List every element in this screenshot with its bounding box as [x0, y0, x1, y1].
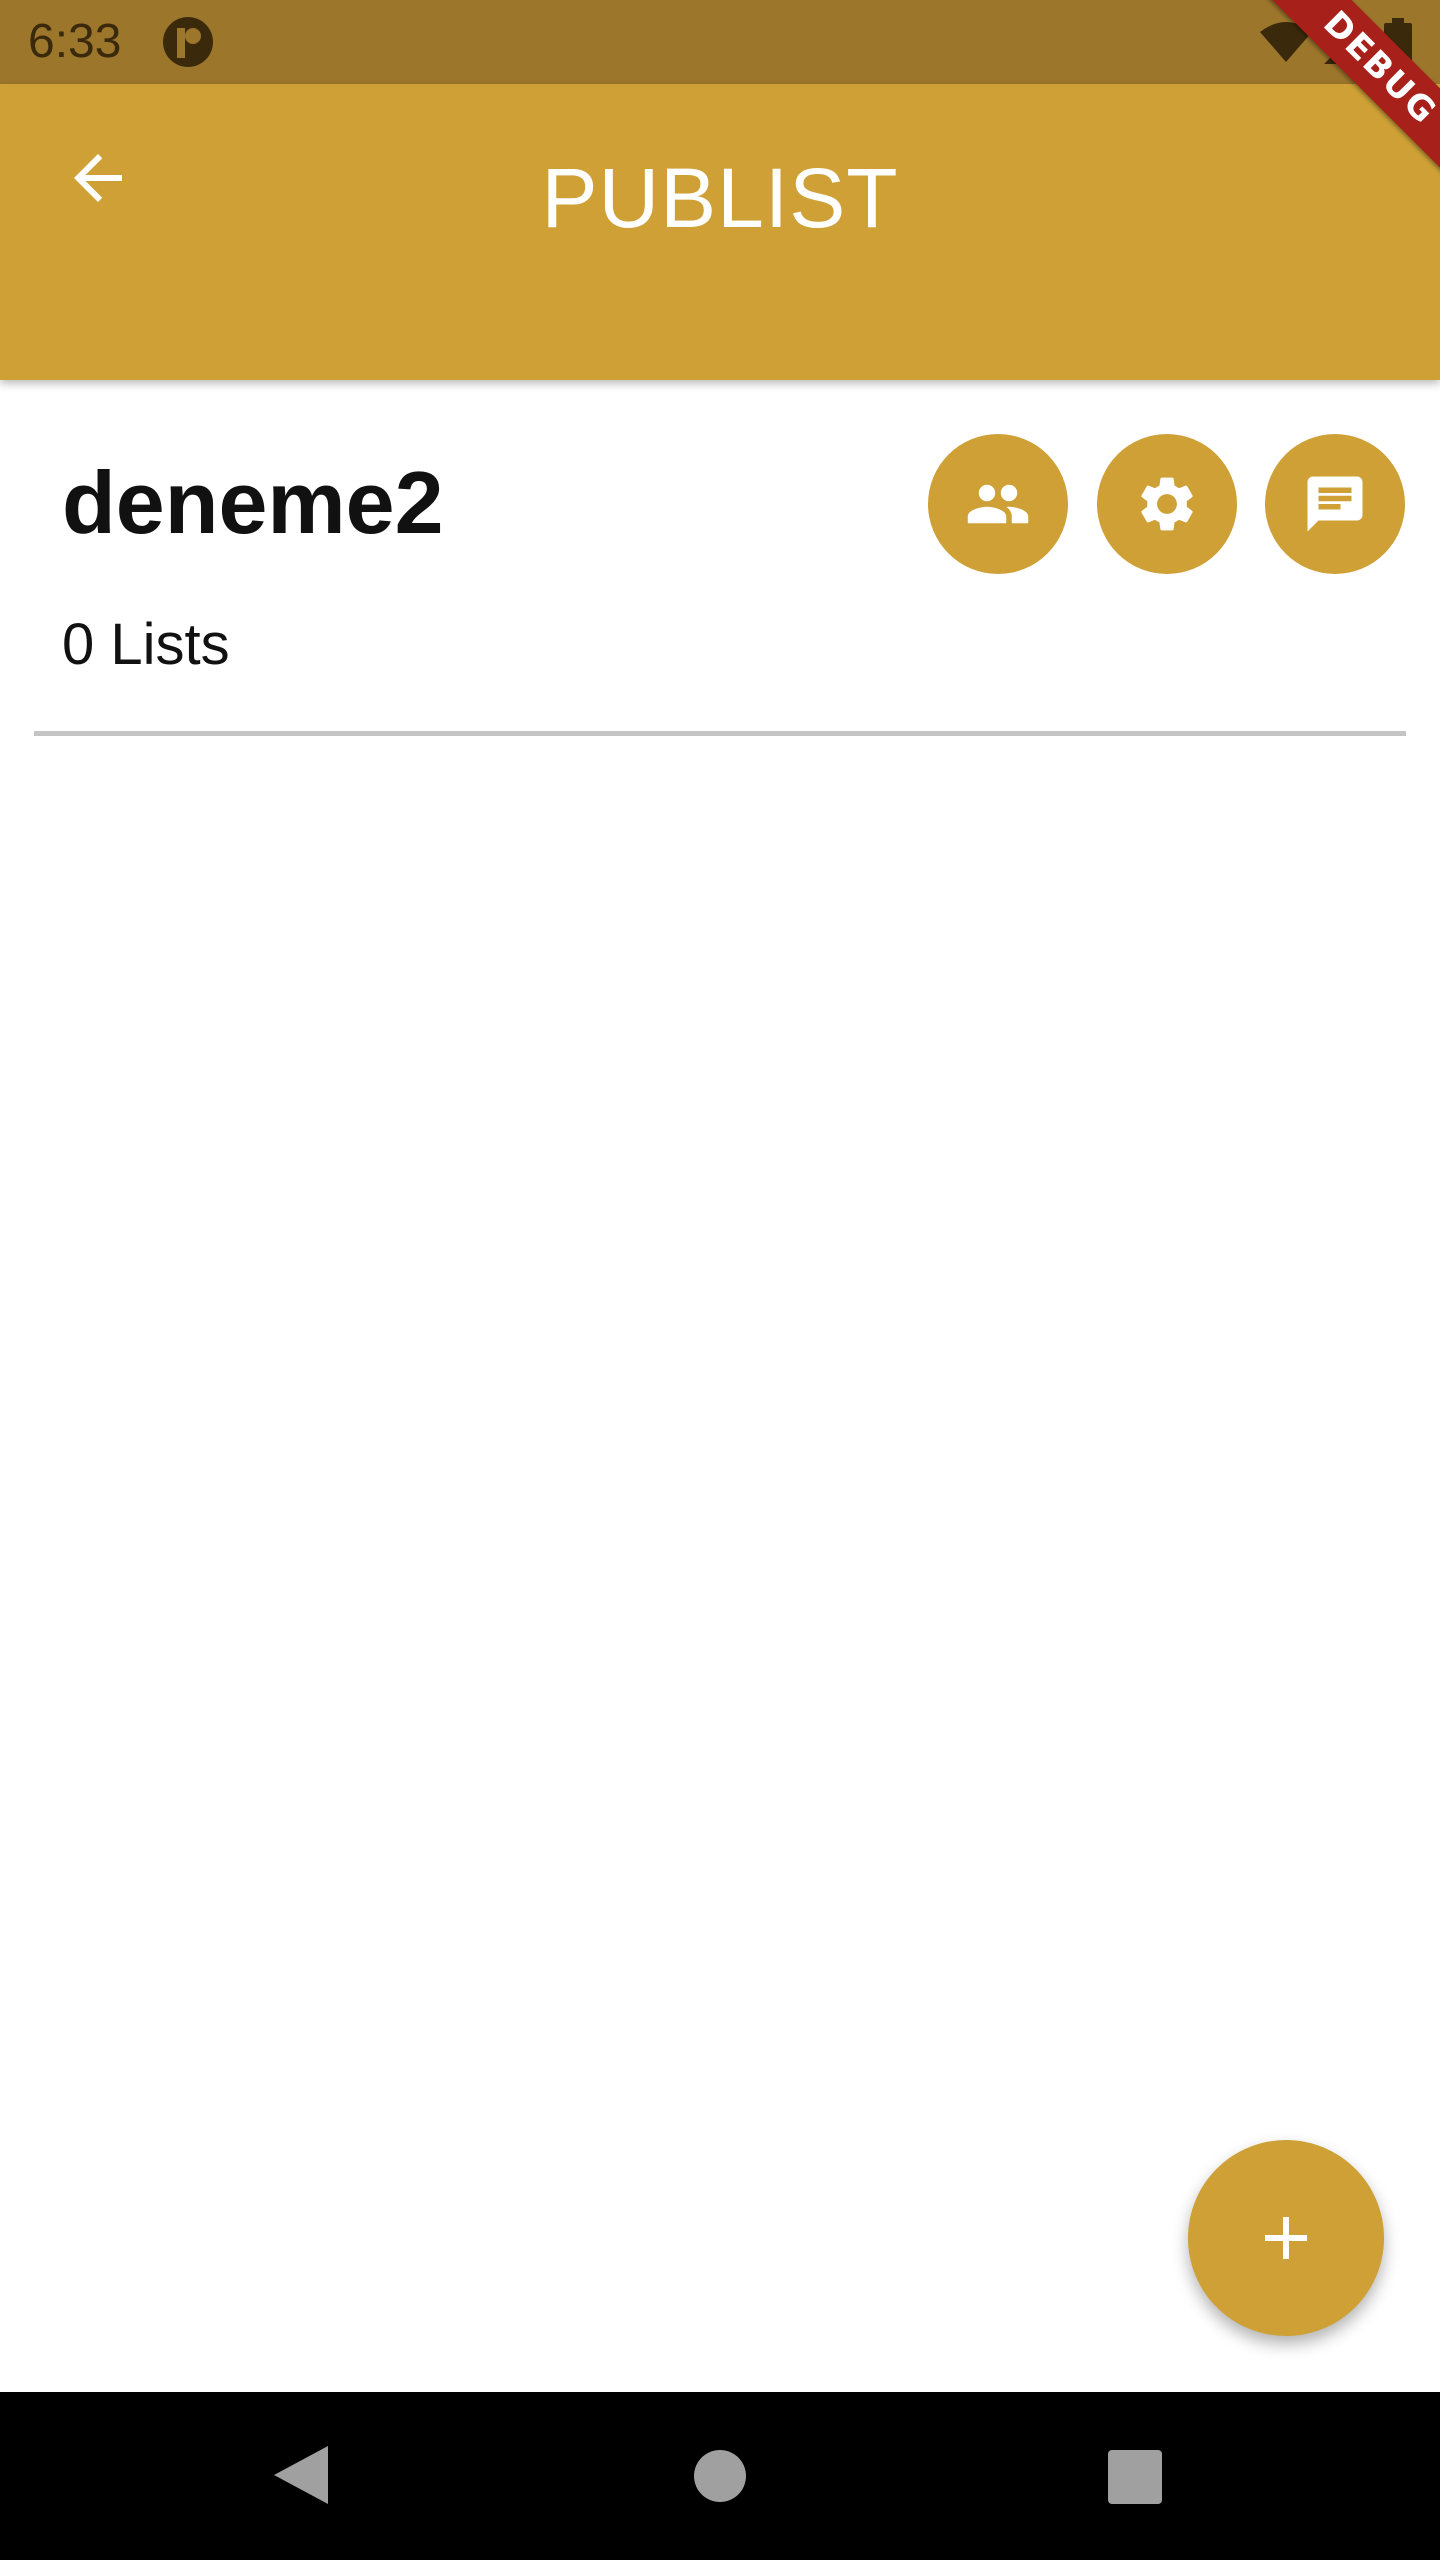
app-notification-icon	[163, 17, 213, 67]
group-name: deneme2	[62, 453, 444, 552]
status-time: 6:33	[28, 15, 122, 68]
screen: 6:33 DEBUG PUBLIST deneme2 0 Lists	[0, 0, 1440, 2560]
back-triangle-icon[interactable]	[268, 2442, 334, 2508]
list-count: 0 Lists	[62, 612, 230, 677]
plus-icon	[1265, 2217, 1307, 2259]
page-title: PUBLIST	[541, 151, 899, 245]
status-bar: 6:33	[0, 0, 1440, 84]
recents-square-icon[interactable]	[1108, 2450, 1162, 2504]
settings-button[interactable]	[1097, 434, 1237, 574]
people-icon	[967, 484, 1029, 524]
divider	[34, 731, 1406, 736]
gear-icon	[1141, 477, 1193, 531]
chat-button[interactable]	[1265, 434, 1405, 574]
home-circle-icon[interactable]	[694, 2450, 746, 2502]
message-icon	[1307, 476, 1363, 532]
app-bar: PUBLIST	[0, 84, 1440, 380]
members-button[interactable]	[928, 434, 1068, 574]
add-list-button[interactable]	[1188, 2140, 1384, 2336]
